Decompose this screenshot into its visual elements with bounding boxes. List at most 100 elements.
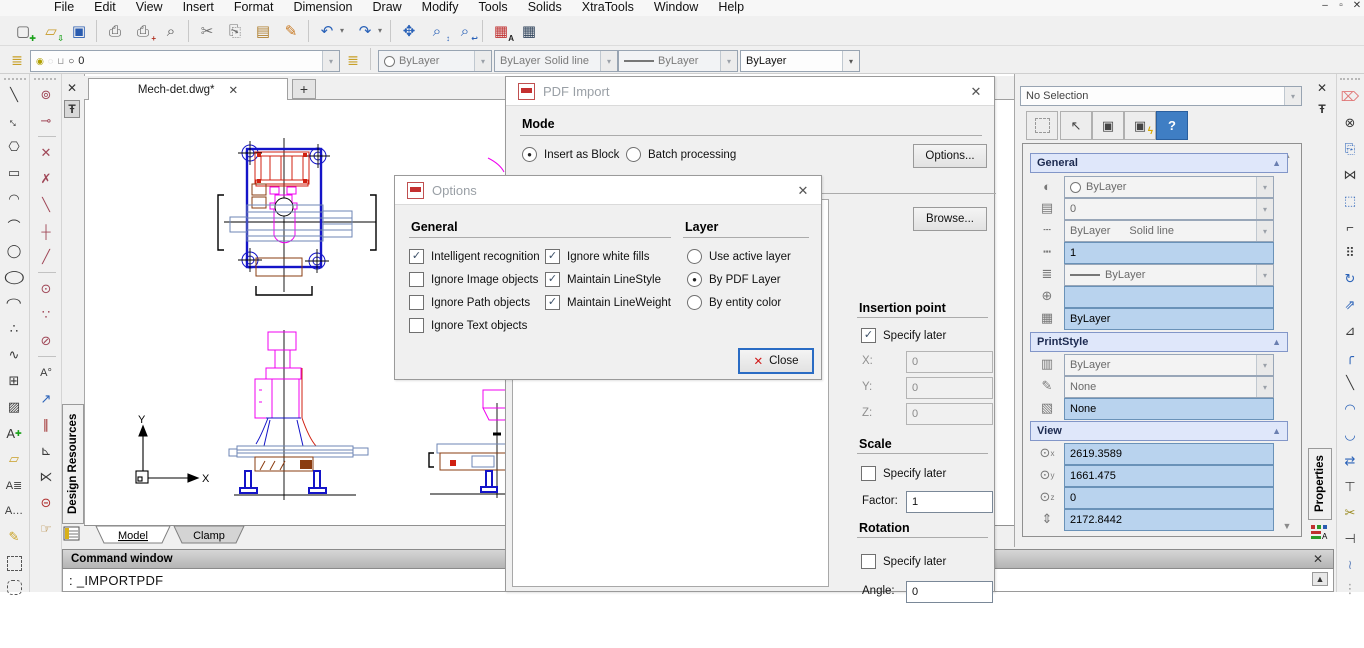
by-entity-color-radio[interactable]: By entity color bbox=[687, 295, 781, 310]
snap-nearest-button[interactable]: ╲ bbox=[34, 194, 58, 216]
select-polygon-tool-button[interactable] bbox=[2, 576, 26, 598]
undo-dropdown-icon[interactable]: ▾ bbox=[340, 26, 344, 35]
options-close-icon[interactable]: ✕ bbox=[795, 183, 811, 199]
scale-button[interactable]: ⇗ bbox=[1338, 294, 1362, 316]
print-preview-button[interactable]: ⌕ bbox=[158, 19, 184, 43]
multiple-points-tool-button[interactable]: ∴ bbox=[2, 318, 26, 340]
select-cursor-button[interactable]: ↖ bbox=[1060, 111, 1092, 140]
new-document-tab-button[interactable]: + bbox=[292, 79, 316, 99]
printstyle-arrow-icon[interactable]: ▾ bbox=[1256, 355, 1273, 375]
zoom-realtime-button[interactable]: ⌕ ↕ bbox=[424, 19, 450, 43]
blend-curve-button[interactable]: ◠ bbox=[1338, 398, 1362, 420]
hatch-tool-button[interactable]: ▨ bbox=[2, 396, 26, 418]
trim-button[interactable]: ✂ bbox=[1338, 502, 1362, 524]
line-tool-button[interactable]: ╲ bbox=[2, 84, 26, 106]
cut-button[interactable]: ✂ bbox=[194, 19, 220, 43]
arc-tool-button[interactable]: ⌒ bbox=[2, 214, 26, 236]
menu-insert[interactable]: Insert bbox=[173, 0, 224, 14]
view-center-x-field[interactable]: 2619.3589 bbox=[1064, 443, 1274, 465]
properties-close-icon[interactable]: ✕ bbox=[1314, 80, 1330, 96]
window-minimize-button[interactable]: – bbox=[1318, 0, 1332, 11]
printstyle-area-field[interactable]: None bbox=[1064, 398, 1274, 420]
snap-parallel-button[interactable]: ∥ bbox=[34, 414, 58, 436]
angle-input[interactable]: 0 bbox=[906, 581, 993, 603]
linetype-property-arrow-icon[interactable]: ▾ bbox=[1256, 221, 1273, 241]
pan-button[interactable]: ✥ bbox=[396, 19, 422, 43]
table-button[interactable]: ▦ bbox=[516, 19, 542, 43]
menu-dimension[interactable]: Dimension bbox=[283, 0, 362, 14]
linetype-combo-arrow-icon[interactable]: ▾ bbox=[600, 51, 617, 71]
pdf-import-close-icon[interactable]: ✕ bbox=[968, 84, 984, 100]
menu-format[interactable]: Format bbox=[224, 0, 284, 14]
snap-endpoint-button[interactable]: ↗ bbox=[34, 388, 58, 410]
ignore-text-objects-checkbox[interactable]: Ignore Text objects bbox=[409, 318, 527, 333]
spline-tool-button[interactable]: ∿ bbox=[2, 344, 26, 366]
zoom-previous-button[interactable]: ⌕ ↩ bbox=[452, 19, 478, 43]
z-input[interactable]: 0 bbox=[906, 403, 993, 425]
scale-specify-later-checkbox[interactable]: Specify later bbox=[861, 466, 946, 481]
oops-button[interactable]: ⊗ bbox=[1338, 112, 1362, 134]
construction-line-tool-button[interactable]: ↔ bbox=[2, 110, 26, 132]
stretch-button[interactable]: ⊿ bbox=[1338, 320, 1362, 342]
new-file-button[interactable]: ▢ ✚ bbox=[10, 19, 36, 43]
section-view[interactable]: View ▲ bbox=[1030, 421, 1288, 441]
snap-none-button[interactable]: ⊝ bbox=[34, 492, 58, 514]
copy-button[interactable]: ⎘ bbox=[222, 19, 248, 43]
open-file-button[interactable]: ▱ ⇩ bbox=[38, 19, 64, 43]
use-active-layer-radio[interactable]: Use active layer bbox=[687, 249, 791, 264]
save-button[interactable]: ▣ bbox=[66, 19, 92, 43]
selection-filter-arrow-icon[interactable]: ▾ bbox=[1284, 87, 1301, 105]
menu-solids[interactable]: Solids bbox=[518, 0, 572, 14]
properties-scroll-down-icon[interactable]: ▼ bbox=[1280, 520, 1294, 532]
section-printstyle[interactable]: PrintStyle ▲ bbox=[1030, 332, 1288, 352]
menu-help[interactable]: Help bbox=[708, 0, 754, 14]
printstyle-table-field[interactable]: None ▾ bbox=[1064, 376, 1274, 398]
pdf-import-titlebar[interactable]: PDF Import bbox=[506, 77, 994, 106]
snap-perpendicular-button[interactable]: ⊾ bbox=[34, 440, 58, 462]
color-property-field[interactable]: ByLayer ▾ bbox=[1064, 176, 1274, 198]
erase-button[interactable]: ⌦ bbox=[1338, 86, 1362, 108]
menu-xtratools[interactable]: XtraTools bbox=[572, 0, 644, 14]
selection-filter-combo[interactable]: No Selection ▾ bbox=[1020, 86, 1302, 106]
array-button[interactable]: ⠿ bbox=[1338, 242, 1362, 264]
rotation-specify-later-checkbox[interactable]: Specify later bbox=[861, 554, 946, 569]
join-button[interactable]: ⇄ bbox=[1338, 450, 1362, 472]
select-rect-tool-button[interactable] bbox=[2, 552, 26, 574]
redo-button[interactable]: ↷ bbox=[352, 19, 378, 43]
region-tool-button[interactable]: ▱ bbox=[2, 448, 26, 470]
menu-edit[interactable]: Edit bbox=[84, 0, 126, 14]
menu-modify[interactable]: Modify bbox=[412, 0, 469, 14]
command-window-close-icon[interactable]: ✕ bbox=[1310, 551, 1326, 567]
window-select-button[interactable]: ▣ bbox=[1092, 111, 1124, 140]
options-button[interactable]: Options... bbox=[913, 144, 987, 168]
point-single-button[interactable]: ⊸ bbox=[34, 110, 58, 132]
color-combo-arrow-icon[interactable]: ▾ bbox=[474, 51, 491, 71]
copy-object-button[interactable]: ⎘ bbox=[1338, 138, 1362, 160]
lineweight-property-arrow-icon[interactable]: ▾ bbox=[1256, 265, 1273, 285]
circle-tool-button[interactable]: ◯ bbox=[2, 240, 26, 262]
blend-curve-2-button[interactable]: ◡ bbox=[1338, 424, 1362, 446]
break-at-point-button[interactable]: ⋮ bbox=[1338, 578, 1362, 600]
mtext-tool-button[interactable]: A≣ bbox=[2, 474, 26, 496]
browse-button[interactable]: Browse... bbox=[913, 207, 987, 231]
view-center-z-field[interactable]: 0 bbox=[1064, 487, 1274, 509]
insert-as-block-radio[interactable]: ● Insert as Block bbox=[522, 147, 619, 162]
view-center-y-field[interactable]: 1661.475 bbox=[1064, 465, 1274, 487]
maintain-lineweight-checkbox[interactable]: ✓ Maintain LineWeight bbox=[545, 295, 671, 310]
redo-dropdown-icon[interactable]: ▾ bbox=[378, 26, 382, 35]
arc-3point-tool-button[interactable]: ◠ bbox=[2, 188, 26, 210]
toolbar-grip[interactable] bbox=[1340, 78, 1360, 84]
printstyle-table-arrow-icon[interactable]: ▾ bbox=[1256, 377, 1273, 397]
edit-spline-button[interactable]: ≀ bbox=[1338, 554, 1362, 576]
snap-settings-button[interactable]: ☞ bbox=[34, 518, 58, 540]
snap-apparent-intersection-button[interactable]: ✗ bbox=[34, 168, 58, 190]
paste-button[interactable]: ▤ bbox=[250, 19, 276, 43]
batch-processing-radio[interactable]: Batch processing bbox=[626, 147, 736, 162]
properties-pin-icon[interactable]: Ŧ bbox=[1314, 100, 1330, 118]
mirror-button[interactable]: ⋈ bbox=[1338, 164, 1362, 186]
transparency-field[interactable]: ByLayer bbox=[1064, 308, 1274, 330]
menu-file[interactable]: File bbox=[44, 0, 84, 14]
linetype-scale-field[interactable]: 1 bbox=[1064, 242, 1274, 264]
quick-select-button[interactable]: ▣ ϟ bbox=[1124, 111, 1156, 140]
undo-button[interactable]: ↶ bbox=[314, 19, 340, 43]
